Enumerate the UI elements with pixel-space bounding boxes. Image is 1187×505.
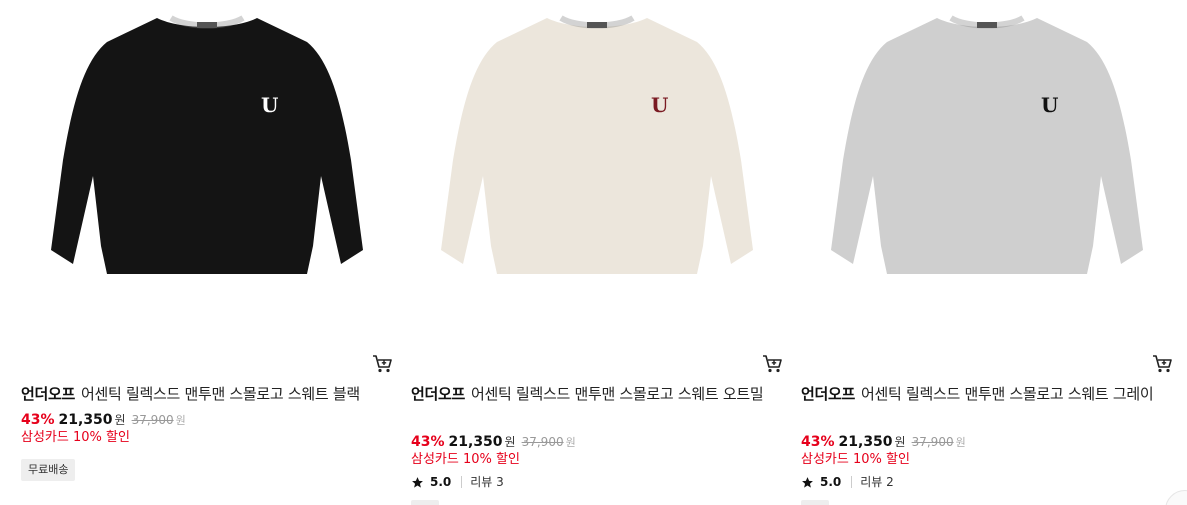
sweater-body <box>441 18 753 274</box>
original-price: 37,900 <box>911 435 954 449</box>
sweater-logo: U <box>651 93 668 117</box>
product-image[interactable]: U <box>11 0 403 340</box>
discount-rate: 43% <box>801 434 835 450</box>
original-currency: 원 <box>955 436 966 449</box>
cart-icon <box>373 355 392 373</box>
sale-price: 21,350 <box>838 434 893 450</box>
brand-name[interactable]: 언더오프 <box>411 385 465 403</box>
sweater-illustration: U <box>831 15 1143 274</box>
sweater-illustration: U <box>441 15 753 274</box>
sweater-tag <box>587 22 607 28</box>
price-row: 43% 21,350 원 37,900 원 <box>801 432 966 452</box>
divider <box>461 476 463 488</box>
discount-rate: 43% <box>411 434 445 450</box>
star-icon <box>802 476 813 488</box>
price-row: 43% 21,350 원 37,900 원 <box>411 432 576 452</box>
free-shipping-badge: 무료배송 <box>21 459 76 481</box>
sweater-illustration: U <box>51 15 363 274</box>
star-icon <box>412 476 423 488</box>
sweater-body <box>51 18 363 274</box>
price-row: 43% 21,350 원 37,900 원 <box>21 410 186 430</box>
card-discount-promo: 삼성카드 10% 할인 <box>801 452 910 467</box>
original-price: 37,900 <box>521 435 564 449</box>
rating-review-row: 5.0 리뷰 2 <box>801 473 894 491</box>
product-card[interactable]: U 언더오프 어센틱 릴렉스드 맨투맨 스몰로고 스웨트 오트밀 43% 21,35… <box>411 0 783 505</box>
product-image[interactable]: U <box>791 0 1183 340</box>
rating-value: 5.0 <box>430 475 452 489</box>
sweater-tag <box>977 22 997 28</box>
currency: 원 <box>114 413 126 427</box>
sweater-tag <box>197 22 217 28</box>
currency: 원 <box>894 435 906 449</box>
product-card[interactable]: U 언더오프 어센틱 릴렉스드 맨투맨 스몰로고 스웨트 그레이 43% 21,35… <box>801 0 1173 505</box>
original-currency: 원 <box>565 436 576 449</box>
brand-name[interactable]: 언더오프 <box>21 385 75 403</box>
card-discount-promo: 삼성카드 10% 할인 <box>411 452 520 467</box>
card-discount-promo: 삼성카드 10% 할인 <box>21 430 130 445</box>
product-name[interactable]: 어센틱 릴렉스드 맨투맨 스몰로고 스웨트 그레이 <box>861 385 1154 403</box>
add-to-cart-button[interactable] <box>761 352 783 374</box>
cart-icon <box>763 355 782 373</box>
sweater-logo: U <box>261 93 278 117</box>
product-card[interactable]: U 언더오프 어센틱 릴렉스드 맨투맨 스몰로고 스웨트 블랙 43% 21,350… <box>21 0 393 505</box>
product-title[interactable]: 언더오프 어센틱 릴렉스드 맨투맨 스몰로고 스웨트 오트밀 <box>411 383 771 405</box>
original-currency: 원 <box>175 414 186 427</box>
sale-price: 21,350 <box>58 412 113 428</box>
review-count[interactable]: 리뷰 3 <box>470 473 504 491</box>
discount-rate: 43% <box>21 412 55 428</box>
product-grid: U 언더오프 어센틱 릴렉스드 맨투맨 스몰로고 스웨트 블랙 43% 21,350… <box>0 0 1187 505</box>
product-title[interactable]: 언더오프 어센틱 릴렉스드 맨투맨 스몰로고 스웨트 그레이 <box>801 383 1161 405</box>
sweater-logo: U <box>1041 93 1058 117</box>
product-name[interactable]: 어센틱 릴렉스드 맨투맨 스몰로고 스웨트 블랙 <box>81 385 360 403</box>
sale-price: 21,350 <box>448 434 503 450</box>
original-price: 37,900 <box>131 413 174 427</box>
brand-name[interactable]: 언더오프 <box>801 385 855 403</box>
badge-stub <box>411 500 439 505</box>
currency: 원 <box>504 435 516 449</box>
product-title[interactable]: 언더오프 어센틱 릴렉스드 맨투맨 스몰로고 스웨트 블랙 <box>21 383 381 405</box>
cart-icon <box>1153 355 1172 373</box>
divider <box>851 476 853 488</box>
badge-stub <box>801 500 829 505</box>
rating-review-row: 5.0 리뷰 3 <box>411 473 504 491</box>
rating-value: 5.0 <box>820 475 842 489</box>
sweater-body <box>831 18 1143 274</box>
add-to-cart-button[interactable] <box>371 352 393 374</box>
product-image[interactable]: U <box>401 0 793 340</box>
review-count[interactable]: 리뷰 2 <box>860 473 894 491</box>
product-name[interactable]: 어센틱 릴렉스드 맨투맨 스몰로고 스웨트 오트밀 <box>471 385 764 403</box>
add-to-cart-button[interactable] <box>1151 352 1173 374</box>
